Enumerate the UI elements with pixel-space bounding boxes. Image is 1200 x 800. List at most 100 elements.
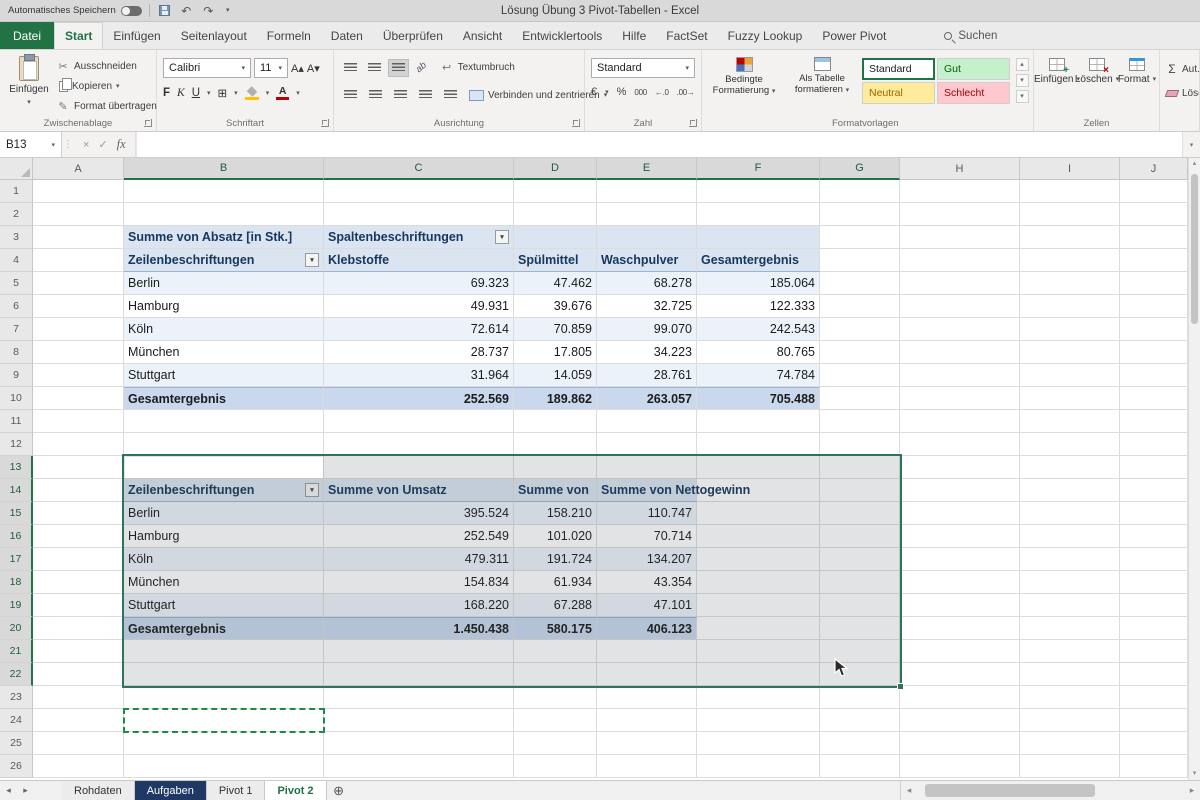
cell-D15[interactable]: 158.210 [514,502,597,525]
ribbon-tab-start[interactable]: Start [54,22,104,49]
cell-I13[interactable] [1020,456,1120,479]
number-format-combo[interactable]: Standard ▾ [591,58,695,78]
gallery-more-icon[interactable]: ▾ [1015,90,1029,103]
cell-B21[interactable] [124,640,324,663]
cell-G25[interactable] [820,732,900,755]
cell-E16[interactable]: 70.714 [597,525,697,548]
cell-A14[interactable] [33,479,124,502]
cell-D19[interactable]: 67.288 [514,594,597,617]
row-header-9[interactable]: 9 [0,364,33,387]
cell-H22[interactable] [900,663,1020,686]
fill-handle[interactable] [897,683,904,690]
cell-A8[interactable] [33,341,124,364]
cell-B10[interactable]: Gesamtergebnis [124,387,324,410]
cell-D8[interactable]: 17.805 [514,341,597,364]
column-header-D[interactable]: D [514,158,597,180]
column-header-C[interactable]: C [324,158,514,180]
cell-J16[interactable] [1120,525,1188,548]
align-middle-button[interactable] [364,59,385,77]
cell-A24[interactable] [33,709,124,732]
cell-H7[interactable] [900,318,1020,341]
row-header-24[interactable]: 24 [0,709,33,732]
cell-C5[interactable]: 69.323 [324,272,514,295]
cell-B7[interactable]: Köln [124,318,324,341]
clipboard-dialog-launcher[interactable] [144,119,152,127]
cell-D26[interactable] [514,755,597,778]
cell-G14[interactable] [820,479,900,502]
cell-A18[interactable] [33,571,124,594]
align-center-button[interactable] [365,86,386,104]
cell-D18[interactable]: 61.934 [514,571,597,594]
ribbon-tab-ansicht[interactable]: Ansicht [453,22,512,49]
cell-F23[interactable] [697,686,820,709]
cell-G18[interactable] [820,571,900,594]
cell-H25[interactable] [900,732,1020,755]
cell-A5[interactable] [33,272,124,295]
gallery-up-icon[interactable]: ▴ [1015,58,1029,71]
cell-E26[interactable] [597,755,697,778]
cell-F16[interactable] [697,525,820,548]
cell-C25[interactable] [324,732,514,755]
cell-D4[interactable]: Spülmittel [514,249,597,272]
cell-F26[interactable] [697,755,820,778]
cell-J18[interactable] [1120,571,1188,594]
format-painter-button[interactable]: ✎ Format übertragen [56,100,156,113]
scroll-down-icon[interactable]: ▾ [1189,768,1200,780]
cancel-icon[interactable]: × [83,139,89,151]
cell-A12[interactable] [33,433,124,456]
cell-G6[interactable] [820,295,900,318]
cell-I6[interactable] [1020,295,1120,318]
column-header-J[interactable]: J [1120,158,1188,180]
cell-C18[interactable]: 154.834 [324,571,514,594]
font-dialog-launcher[interactable] [321,119,329,127]
cell-B16[interactable]: Hamburg [124,525,324,548]
cell-B22[interactable] [124,663,324,686]
cell-C16[interactable]: 252.549 [324,525,514,548]
cell-J23[interactable] [1120,686,1188,709]
cell-I17[interactable] [1020,548,1120,571]
cell-G12[interactable] [820,433,900,456]
row-header-8[interactable]: 8 [0,341,33,364]
cut-button[interactable]: ✂ Ausschneiden [56,60,157,73]
hscroll-right-icon[interactable]: ▸ [1184,785,1200,796]
cell-B25[interactable] [124,732,324,755]
cell-D10[interactable]: 189.862 [514,387,597,410]
insert-cells-button[interactable]: Einfügen▾ [1034,58,1080,85]
cell-F24[interactable] [697,709,820,732]
cell-J7[interactable] [1120,318,1188,341]
format-as-table-button[interactable]: Als Tabelle formatieren ▾ [784,57,860,96]
cell-style-schlecht[interactable]: Schlecht [937,82,1010,104]
cell-G7[interactable] [820,318,900,341]
cell-A2[interactable] [33,203,124,226]
cell-B17[interactable]: Köln [124,548,324,571]
cell-G26[interactable] [820,755,900,778]
row-header-3[interactable]: 3 [0,226,33,249]
cell-D9[interactable]: 14.059 [514,364,597,387]
cell-C6[interactable]: 49.931 [324,295,514,318]
row-header-21[interactable]: 21 [0,640,33,663]
cell-J2[interactable] [1120,203,1188,226]
cell-D22[interactable] [514,663,597,686]
cell-J5[interactable] [1120,272,1188,295]
cell-F25[interactable] [697,732,820,755]
cell-F18[interactable] [697,571,820,594]
cell-B18[interactable]: München [124,571,324,594]
cell-H14[interactable] [900,479,1020,502]
ribbon-tab-seitenlayout[interactable]: Seitenlayout [171,22,257,49]
underline-dropdown-icon[interactable]: ▾ [207,90,211,97]
cell-F11[interactable] [697,410,820,433]
new-sheet-button[interactable]: ⊕ [327,781,351,800]
cell-D5[interactable]: 47.462 [514,272,597,295]
align-bottom-button[interactable] [388,58,409,77]
cell-style-gut[interactable]: Gut [937,58,1010,80]
cell-B23[interactable] [124,686,324,709]
alignment-dialog-launcher[interactable] [572,119,580,127]
cell-E1[interactable] [597,180,697,203]
cell-G9[interactable] [820,364,900,387]
cell-I2[interactable] [1020,203,1120,226]
clear-button[interactable]: Lösch... [1164,88,1199,99]
sheet-tab-pivot-1[interactable]: Pivot 1 [206,781,266,800]
number-dialog-launcher[interactable] [689,119,697,127]
cell-E8[interactable]: 34.223 [597,341,697,364]
cell-C11[interactable] [324,410,514,433]
